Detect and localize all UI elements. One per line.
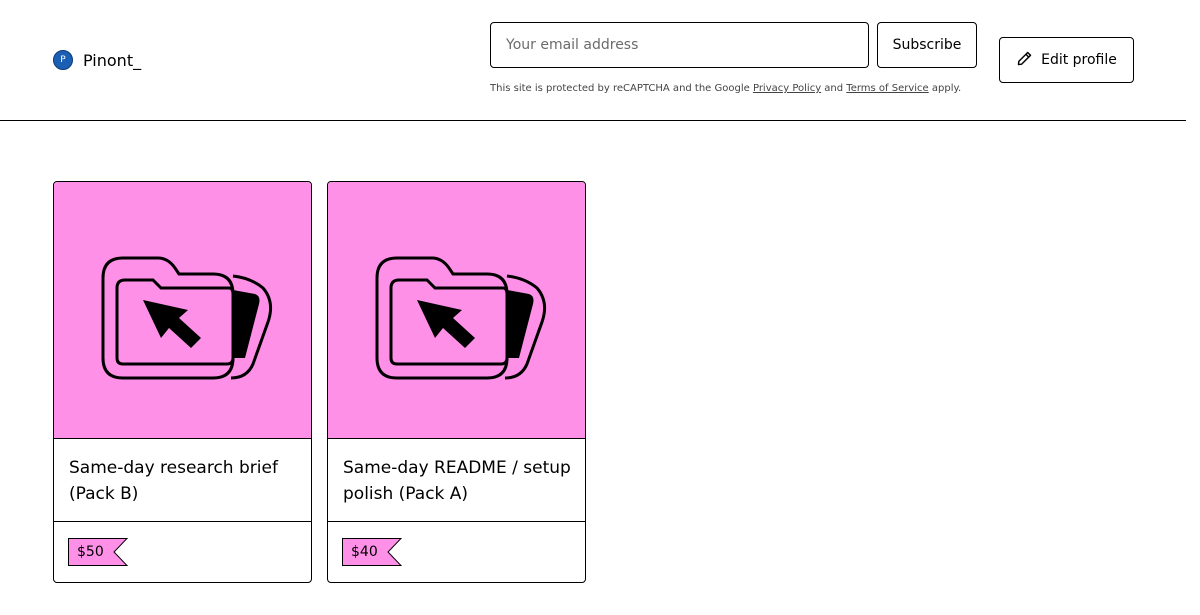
product-footer: $50 bbox=[54, 522, 311, 582]
profile-header: P Pinont_ Subscribe This site is protect… bbox=[0, 0, 1186, 121]
folder-cursor-icon bbox=[357, 218, 557, 402]
privacy-policy-link[interactable]: Privacy Policy bbox=[753, 83, 821, 94]
recaptcha-text: and bbox=[821, 83, 847, 94]
product-title[interactable]: Same-day research brief (Pack B) bbox=[54, 439, 311, 522]
product-thumbnail[interactable] bbox=[328, 182, 585, 439]
edit-profile-label: Edit profile bbox=[1041, 52, 1117, 68]
product-footer: $40 bbox=[328, 522, 585, 582]
avatar: P bbox=[53, 50, 73, 70]
recaptcha-text: This site is protected by reCAPTCHA and … bbox=[490, 83, 753, 94]
terms-of-service-link[interactable]: Terms of Service bbox=[846, 83, 928, 94]
product-card[interactable]: Same-day research brief (Pack B) $50 bbox=[53, 181, 312, 583]
price-tag: $40 bbox=[342, 538, 402, 566]
price-tag-tail bbox=[109, 538, 128, 566]
edit-profile-button[interactable]: Edit profile bbox=[999, 37, 1134, 83]
product-title[interactable]: Same-day README / setup polish (Pack A) bbox=[328, 439, 585, 522]
product-thumbnail[interactable] bbox=[54, 182, 311, 439]
price-tag: $50 bbox=[68, 538, 128, 566]
profile-page: P Pinont_ Subscribe This site is protect… bbox=[0, 0, 1186, 615]
recaptcha-text: apply. bbox=[928, 83, 962, 94]
recaptcha-notice: This site is protected by reCAPTCHA and … bbox=[490, 83, 961, 94]
price-tag-tail bbox=[383, 538, 402, 566]
product-card[interactable]: Same-day README / setup polish (Pack A) … bbox=[327, 181, 586, 583]
folder-cursor-icon bbox=[83, 218, 283, 402]
price-value: $50 bbox=[77, 544, 104, 560]
pencil-icon bbox=[1016, 50, 1033, 71]
price-value: $40 bbox=[351, 544, 378, 560]
subscribe-button[interactable]: Subscribe bbox=[877, 22, 977, 68]
brand-name: Pinont_ bbox=[83, 50, 142, 70]
brand[interactable]: P Pinont_ bbox=[53, 50, 141, 70]
email-input[interactable] bbox=[490, 22, 869, 68]
